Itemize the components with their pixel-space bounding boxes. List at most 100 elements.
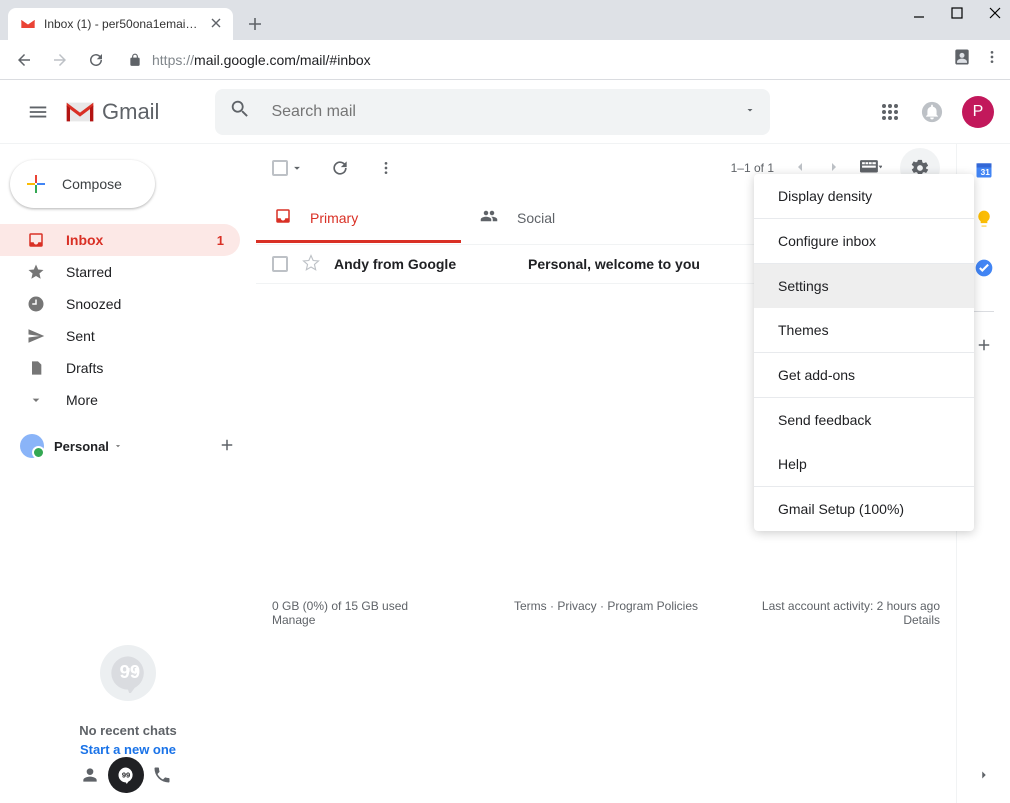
- tab-label: Primary: [310, 210, 358, 226]
- get-addons-icon[interactable]: [975, 336, 993, 359]
- account-chip-icon[interactable]: [952, 47, 972, 72]
- main-area: 1–1 of 1 Primary Social: [256, 144, 1010, 803]
- notifications-icon[interactable]: [920, 100, 944, 124]
- mail-footer: 0 GB (0%) of 15 GB used Manage Terms · P…: [256, 583, 956, 643]
- chevron-down-icon: [113, 441, 123, 451]
- browser-menu-icon[interactable]: [984, 49, 1000, 70]
- tab-close-icon[interactable]: [211, 15, 221, 33]
- tasks-addon-icon[interactable]: [974, 258, 994, 283]
- sidebar-label: Inbox: [66, 232, 103, 248]
- tab-primary[interactable]: Primary: [256, 192, 461, 244]
- window-close-icon[interactable]: [988, 6, 1002, 25]
- compose-plus-icon: [24, 172, 48, 196]
- sidebar-label: Snoozed: [66, 296, 121, 312]
- tab-social[interactable]: Social: [461, 192, 666, 244]
- sidebar-item-inbox[interactable]: Inbox 1: [0, 224, 240, 256]
- menu-item-send-feedback[interactable]: Send feedback: [754, 398, 974, 442]
- svg-text:99: 99: [122, 770, 130, 779]
- chevron-down-icon[interactable]: [290, 161, 304, 175]
- menu-item-display-density[interactable]: Display density: [754, 174, 974, 218]
- hangouts-panel: 99 No recent chats Start a new one 99: [0, 575, 256, 803]
- chevron-down-icon: [26, 392, 46, 408]
- settings-menu: Display density Configure inbox Settings…: [754, 174, 974, 531]
- details-link[interactable]: Details: [717, 613, 940, 627]
- sidebar: Compose Inbox 1 Starred Snoozed Sent Dra…: [0, 144, 256, 803]
- url-field[interactable]: https://mail.google.com/mail/#inbox: [118, 52, 944, 68]
- google-apps-icon[interactable]: [878, 100, 902, 124]
- menu-item-get-addons[interactable]: Get add-ons: [754, 353, 974, 397]
- search-input[interactable]: [269, 102, 744, 122]
- tab-label: Social: [517, 210, 555, 226]
- browser-address-bar: https://mail.google.com/mail/#inbox: [0, 40, 1010, 80]
- gmail-logo[interactable]: Gmail: [64, 99, 159, 125]
- browser-titlebar: Inbox (1) - per50ona1emai1@gm: [0, 0, 1010, 40]
- svg-text:31: 31: [980, 167, 990, 177]
- sidebar-item-drafts[interactable]: Drafts: [0, 352, 240, 384]
- menu-item-settings[interactable]: Settings: [754, 264, 974, 308]
- search-icon: [229, 98, 251, 125]
- hangouts-account-label: Personal: [54, 439, 109, 454]
- svg-text:99: 99: [120, 661, 140, 682]
- main-menu-button[interactable]: [16, 101, 60, 123]
- hangouts-calls-tab[interactable]: [144, 757, 180, 793]
- nav-reload-button[interactable]: [82, 46, 110, 74]
- hangouts-avatar-icon: [20, 434, 44, 458]
- sidebar-label: Sent: [66, 328, 95, 344]
- start-new-chat-link[interactable]: Start a new one: [80, 742, 176, 757]
- calendar-addon-icon[interactable]: 31: [974, 160, 994, 185]
- select-all-checkbox[interactable]: [272, 160, 304, 176]
- menu-item-help[interactable]: Help: [754, 442, 974, 486]
- gmail-logo-text: Gmail: [102, 99, 159, 125]
- lock-icon: [128, 53, 142, 67]
- window-maximize-icon[interactable]: [950, 6, 964, 25]
- star-icon: [26, 263, 46, 281]
- menu-item-configure-inbox[interactable]: Configure inbox: [754, 219, 974, 263]
- rail-divider: [974, 311, 994, 312]
- pagination-range: 1–1 of 1: [731, 161, 774, 175]
- policies-link[interactable]: Program Policies: [607, 599, 698, 613]
- mail-checkbox[interactable]: [272, 256, 288, 272]
- compose-label: Compose: [62, 176, 122, 192]
- mail-sender: Andy from Google: [334, 256, 514, 272]
- compose-button[interactable]: Compose: [10, 160, 155, 208]
- terms-link[interactable]: Terms: [514, 599, 547, 613]
- sidebar-item-starred[interactable]: Starred: [0, 256, 240, 288]
- drafts-icon: [26, 359, 46, 377]
- hangouts-account-row[interactable]: Personal: [0, 434, 256, 458]
- rail-collapse-icon[interactable]: [977, 768, 991, 787]
- keep-addon-icon[interactable]: [974, 209, 994, 234]
- menu-item-themes[interactable]: Themes: [754, 308, 974, 352]
- star-toggle-icon[interactable]: [302, 254, 320, 275]
- refresh-button[interactable]: [330, 158, 350, 178]
- sidebar-label: Drafts: [66, 360, 103, 376]
- gmail-logo-icon: [64, 100, 96, 124]
- new-tab-button[interactable]: [241, 10, 269, 38]
- activity-text: Last account activity: 2 hours ago: [717, 599, 940, 613]
- sidebar-label: Starred: [66, 264, 112, 280]
- sidebar-item-more[interactable]: More: [0, 384, 240, 416]
- sidebar-item-sent[interactable]: Sent: [0, 320, 240, 352]
- privacy-link[interactable]: Privacy: [557, 599, 596, 613]
- account-avatar[interactable]: P: [962, 96, 994, 128]
- menu-item-gmail-setup[interactable]: Gmail Setup (100%): [754, 487, 974, 531]
- url-text: https://mail.google.com/mail/#inbox: [152, 52, 371, 68]
- inbox-count: 1: [217, 233, 224, 248]
- window-minimize-icon[interactable]: [912, 6, 926, 25]
- new-hangout-icon[interactable]: [218, 436, 236, 457]
- browser-tab[interactable]: Inbox (1) - per50ona1emai1@gm: [8, 8, 233, 40]
- sidebar-item-snoozed[interactable]: Snoozed: [0, 288, 240, 320]
- nav-back-button[interactable]: [10, 46, 38, 74]
- window-controls: [912, 6, 1002, 25]
- hangouts-contacts-tab[interactable]: [72, 757, 108, 793]
- sidebar-label: More: [66, 392, 98, 408]
- nav-forward-button: [46, 46, 74, 74]
- search-box[interactable]: [215, 89, 770, 135]
- clock-icon: [26, 295, 46, 313]
- more-actions-button[interactable]: [376, 160, 396, 176]
- manage-storage-link[interactable]: Manage: [272, 613, 495, 627]
- sent-icon: [26, 327, 46, 345]
- search-options-icon[interactable]: [744, 103, 756, 121]
- gmail-header: Gmail P: [0, 80, 1010, 144]
- hangouts-chats-tab[interactable]: 99: [108, 757, 144, 793]
- mail-subject: Personal, welcome to you: [528, 256, 700, 272]
